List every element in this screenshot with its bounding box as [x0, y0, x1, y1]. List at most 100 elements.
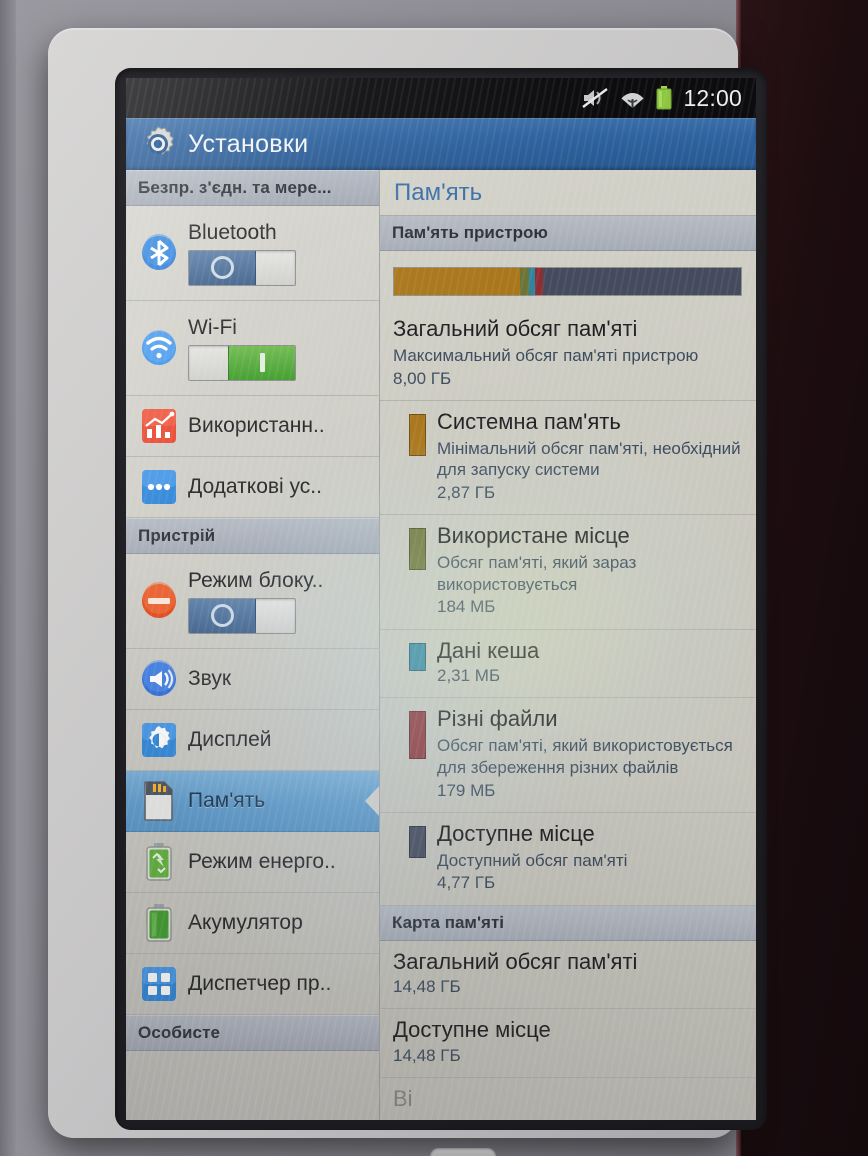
sidebar-item-label: Диспетчер пр..	[188, 972, 332, 995]
usage-bar-segment	[394, 268, 521, 295]
app-title: Установки	[188, 129, 309, 158]
wifi-icon	[620, 87, 645, 109]
sidebar-item-storage[interactable]: Пам'ять	[126, 771, 379, 832]
blocking-mode-toggle[interactable]	[188, 597, 296, 634]
sidebar-section-header-device: Пристрій	[126, 518, 379, 554]
entry-value: 179 МБ	[437, 780, 496, 800]
sidebar-item-display[interactable]: Дисплей	[126, 710, 379, 771]
more-settings-icon	[136, 468, 182, 506]
sidebar-item-power-saving[interactable]: Режим енерго..	[126, 832, 379, 893]
storage-entry-available[interactable]: Доступне місце Доступний обсяг пам'яті 4…	[380, 813, 756, 906]
entry-title: Доступне місце	[393, 1017, 551, 1043]
card-entry-available[interactable]: Доступне місце 14,48 ГБ	[380, 1009, 756, 1079]
entry-value: 2,31 МБ	[437, 666, 501, 686]
photo-scene: 12:00 Установки Безпр. з'єдн. та мере...…	[0, 0, 868, 1156]
entry-description: Максимальний обсяг пам'яті пристрою	[393, 345, 699, 365]
section-header-memory-card: Карта пам'яті	[380, 905, 756, 941]
selected-indicator-arrow	[365, 785, 379, 817]
entry-value: 14,48 ГБ	[393, 1046, 461, 1066]
storage-entry-system[interactable]: Системна пам'ять Мінімальний обсяг пам'я…	[380, 401, 756, 516]
usage-bar-segment	[535, 268, 544, 295]
entry-title: Загальний обсяг пам'яті	[393, 316, 638, 341]
entry-title: Дані кеша	[437, 637, 540, 663]
page-title: Пам'ять	[380, 170, 756, 216]
settings-sidebar[interactable]: Безпр. з'єдн. та мере... Bluetooth Wi-Fi…	[126, 170, 380, 1120]
tablet-screen: 12:00 Установки Безпр. з'єдн. та мере...…	[126, 78, 756, 1120]
legend-swatch	[409, 825, 426, 858]
action-bar: Установки	[126, 118, 756, 170]
sidebar-item-label: Звук	[188, 667, 232, 690]
usage-bar-segment	[520, 268, 529, 295]
card-entry-cutoff[interactable]: Ві	[380, 1078, 756, 1120]
power-saving-icon	[136, 842, 182, 882]
status-bar-clock: 12:00	[683, 84, 742, 111]
storage-entry-cache[interactable]: Дані кеша 2,31 МБ	[380, 630, 756, 699]
section-header-device-storage: Пам'ять пристрою	[380, 216, 756, 251]
tablet-device: 12:00 Установки Безпр. з'єдн. та мере...…	[48, 28, 767, 1156]
entry-value: 8,00 ГБ	[393, 368, 452, 388]
sidebar-item-bluetooth[interactable]: Bluetooth	[126, 206, 379, 301]
entry-description: Доступний обсяг пам'яті	[437, 850, 628, 870]
entry-title: Використане місце	[437, 523, 630, 549]
legend-swatch	[409, 711, 426, 760]
storage-usage-bar-wrap	[380, 251, 756, 308]
entry-description: Обсяг пам'яті, який зараз використовуєть…	[437, 552, 637, 594]
storage-entry-used[interactable]: Використане місце Обсяг пам'яті, який за…	[380, 515, 756, 630]
sidebar-item-battery[interactable]: Акумулятор	[126, 893, 379, 954]
sidebar-section-header-personal: Особисте	[126, 1015, 379, 1051]
sidebar-item-more-settings[interactable]: Додаткові ус..	[126, 457, 379, 518]
usage-bar-segment	[543, 268, 741, 295]
storage-entry-misc-files[interactable]: Різні файли Обсяг пам'яті, який використ…	[380, 698, 756, 813]
entry-title: Доступне місце	[437, 820, 595, 846]
sidebar-item-sound[interactable]: Звук	[126, 649, 379, 710]
entry-title: Різні файли	[437, 706, 558, 732]
status-bar: 12:00	[126, 78, 756, 118]
sidebar-item-label: Використанн..	[188, 414, 325, 437]
storage-card-icon	[136, 781, 182, 821]
sidebar-item-label: Режим енерго..	[188, 850, 336, 873]
battery-icon	[656, 86, 672, 110]
display-brightness-icon	[136, 721, 182, 759]
sidebar-item-label: Wi-Fi	[188, 315, 237, 339]
storage-detail-pane[interactable]: Пам'ять Пам'ять пристрою Загальний обсяг…	[380, 170, 756, 1120]
settings-gear-icon	[140, 126, 176, 162]
usage-bar-segment	[528, 268, 536, 295]
app-manager-icon	[136, 965, 182, 1003]
sidebar-item-label: Акумулятор	[188, 911, 303, 934]
legend-swatch	[409, 528, 426, 571]
data-usage-icon	[136, 407, 182, 445]
storage-entry-total[interactable]: Загальний обсяг пам'яті Максимальний обс…	[380, 308, 756, 401]
entry-value: 184 МБ	[437, 597, 496, 617]
entry-description: Обсяг пам'яті, який використовується для…	[437, 736, 733, 778]
entry-title: Системна пам'ять	[437, 408, 621, 434]
sidebar-section-header-wireless: Безпр. з'єдн. та мере...	[126, 170, 379, 206]
wifi-toggle[interactable]	[188, 344, 296, 381]
sidebar-item-label: Bluetooth	[188, 220, 277, 244]
settings-body: Безпр. з'єдн. та мере... Bluetooth Wi-Fi…	[126, 170, 756, 1120]
entry-description: Мінімальний обсяг пам'яті, необхідний дл…	[437, 438, 741, 480]
entry-title: Загальний обсяг пам'яті	[393, 948, 638, 974]
entry-value: 2,87 ГБ	[437, 483, 496, 502]
storage-usage-bar	[393, 267, 742, 296]
card-entry-total[interactable]: Загальний обсяг пам'яті 14,48 ГБ	[380, 941, 756, 1010]
sidebar-item-label: Пам'ять	[188, 789, 266, 812]
legend-swatch	[409, 642, 426, 671]
background-left-shade	[0, 0, 16, 1156]
entry-value: 14,48 ГБ	[393, 977, 461, 997]
blocking-mode-icon	[136, 580, 182, 622]
bluetooth-toggle[interactable]	[188, 249, 296, 286]
entry-value: 4,77 ГБ	[437, 873, 496, 893]
battery-icon	[136, 903, 182, 943]
sidebar-item-wifi[interactable]: Wi-Fi	[126, 301, 379, 396]
mute-icon	[582, 87, 609, 109]
sidebar-item-blocking-mode[interactable]: Режим блоку..	[126, 554, 379, 649]
bluetooth-icon	[136, 232, 182, 274]
entry-title: Ві	[393, 1086, 413, 1112]
sidebar-item-app-manager[interactable]: Диспетчер пр..	[126, 954, 379, 1015]
sidebar-item-data-usage[interactable]: Використанн..	[126, 396, 379, 457]
home-button[interactable]	[430, 1148, 496, 1156]
sidebar-item-label: Додаткові ус..	[188, 475, 322, 498]
wifi-icon	[136, 327, 182, 369]
sound-speaker-icon	[136, 658, 182, 700]
legend-swatch	[409, 413, 426, 456]
